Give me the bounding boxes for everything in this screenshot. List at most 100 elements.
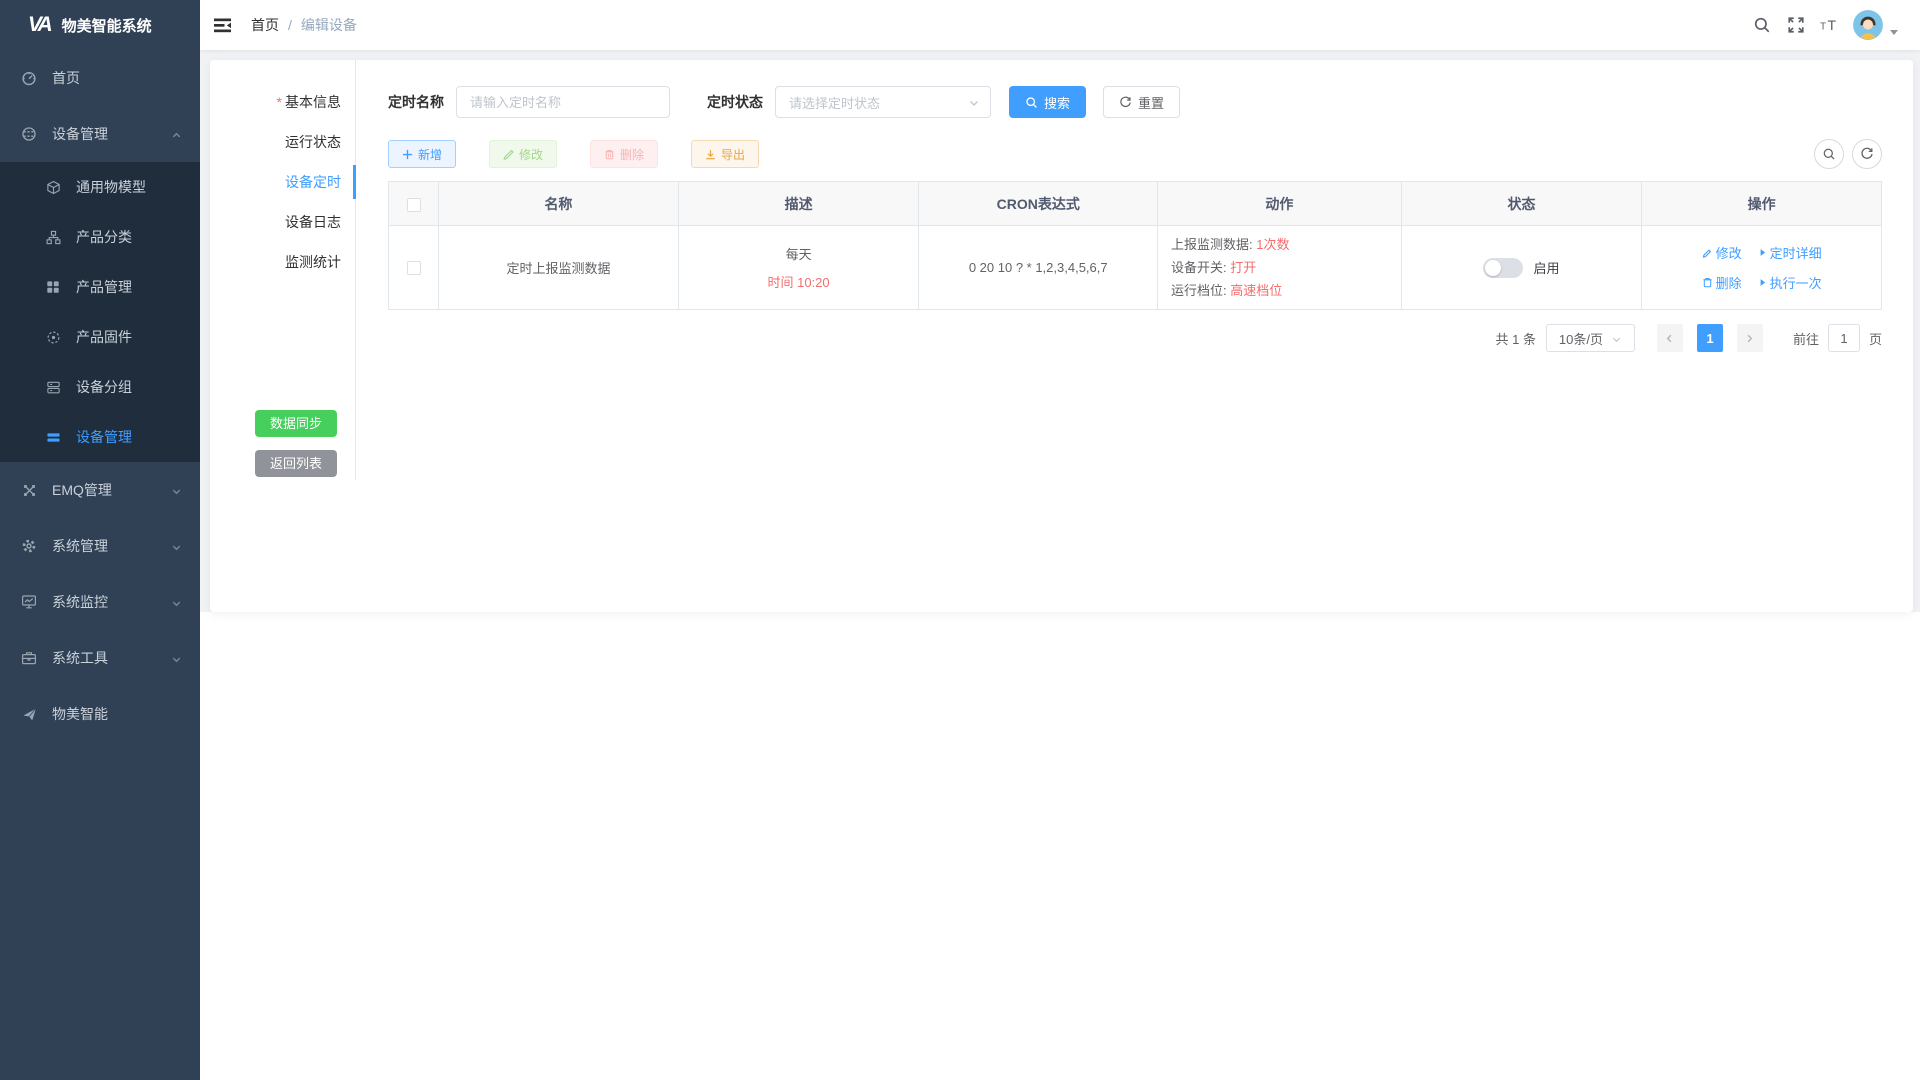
tab-device-timer[interactable]: 设备定时 (210, 162, 355, 202)
cell-actions: 上报监测数据: 1次数 设备开关: 打开 运行档位: 高速档位 (1158, 226, 1402, 310)
op-timer-detail-link[interactable]: 定时详细 (1758, 243, 1822, 262)
sidebar-item-device-list[interactable]: 设备管理 (0, 412, 200, 462)
table-toolbar: 新增 修改 删除 导出 (388, 140, 1882, 168)
detail-tabs: *基本信息 运行状态 设备定时 设备日志 监测统计 数据同步 返回列表 (210, 60, 356, 480)
edit-button-label: 修改 (519, 146, 543, 163)
group-icon (44, 380, 62, 395)
row-checkbox[interactable] (407, 261, 421, 275)
op-label: 定时详细 (1770, 243, 1822, 262)
pagination-total: 共 1 条 (1496, 329, 1536, 348)
fullscreen-icon[interactable] (1779, 0, 1813, 50)
data-sync-button[interactable]: 数据同步 (255, 410, 337, 437)
add-button[interactable]: 新增 (388, 140, 456, 168)
cell-name: 定时上报监测数据 (439, 226, 679, 310)
op-run-once-link[interactable]: 执行一次 (1758, 273, 1822, 292)
sidebar-item-thing-model[interactable]: 通用物模型 (0, 162, 200, 212)
user-dropdown[interactable] (1853, 10, 1898, 40)
sidebar-item-label: 设备分组 (76, 377, 182, 397)
sidebar-item-label: 系统工具 (52, 648, 171, 668)
hamburger-icon[interactable] (200, 0, 245, 50)
select-all-cell (389, 182, 439, 226)
tab-label: 基本信息 (285, 94, 341, 110)
action-item: 运行档位: 高速档位 (1171, 279, 1401, 302)
reset-button-label: 重置 (1138, 93, 1164, 112)
tab-basic-info[interactable]: *基本信息 (210, 82, 355, 122)
sidebar-item-product-manage[interactable]: 产品管理 (0, 262, 200, 312)
search-icon[interactable] (1745, 0, 1779, 50)
action-label: 设备开关: (1171, 260, 1227, 275)
sidebar-item-label: EMQ管理 (52, 480, 171, 500)
action-label: 运行档位: (1171, 283, 1227, 298)
refresh-icon[interactable] (1852, 139, 1882, 169)
tab-run-status[interactable]: 运行状态 (210, 122, 355, 162)
hide-search-icon[interactable] (1814, 139, 1844, 169)
row-select-cell (389, 226, 439, 310)
sidebar-item-home[interactable]: 首页 (0, 50, 200, 106)
toolbox-icon (20, 650, 38, 666)
prev-page-button[interactable] (1657, 324, 1683, 352)
monitor-icon (20, 594, 38, 610)
font-size-icon[interactable]: TT (1813, 0, 1847, 50)
edit-button[interactable]: 修改 (489, 140, 557, 168)
sidebar-item-label: 系统管理 (52, 536, 171, 556)
tab-label: 运行状态 (285, 134, 341, 150)
search-button[interactable]: 搜索 (1009, 86, 1086, 118)
pagination: 共 1 条 10条/页 1 前往 (388, 324, 1882, 352)
sidebar-submenu-device: 通用物模型 产品分类 产品管理 产品固件 (0, 162, 200, 462)
tab-label: 设备日志 (285, 214, 341, 230)
page-content: *基本信息 运行状态 设备定时 设备日志 监测统计 数据同步 返回列表 (200, 50, 1920, 1080)
next-page-button[interactable] (1737, 324, 1763, 352)
goto-page-input[interactable] (1828, 324, 1860, 352)
dashboard-icon (20, 70, 38, 86)
op-edit-link[interactable]: 修改 (1702, 243, 1742, 262)
breadcrumb-current: 编辑设备 (301, 15, 357, 35)
goto-label: 前往 (1793, 329, 1819, 348)
logo-mark: VA (28, 13, 50, 37)
op-label: 删除 (1716, 273, 1742, 292)
device-edit-card: *基本信息 运行状态 设备定时 设备日志 监测统计 数据同步 返回列表 (210, 60, 1913, 612)
page-size-select[interactable]: 10条/页 (1546, 324, 1635, 352)
sidebar-item-label: 首页 (52, 68, 182, 88)
category-icon (44, 230, 62, 245)
app-title: 物美智能系统 (62, 15, 152, 36)
sidebar-item-device-manage[interactable]: 设备管理 (0, 106, 200, 162)
sidebar-item-wumei-smart[interactable]: 物美智能 (0, 686, 200, 742)
app-logo[interactable]: VA 物美智能系统 (0, 0, 200, 50)
timer-status-select[interactable]: 请选择定时状态 (775, 86, 991, 118)
action-value: 打开 (1230, 260, 1256, 275)
col-operation: 操作 (1642, 182, 1882, 226)
delete-button-label: 删除 (620, 146, 644, 163)
back-to-list-button[interactable]: 返回列表 (255, 450, 337, 477)
timer-name-input[interactable] (456, 86, 670, 118)
sidebar-item-product-category[interactable]: 产品分类 (0, 212, 200, 262)
delete-button[interactable]: 删除 (590, 140, 658, 168)
tab-monitor-stats[interactable]: 监测统计 (210, 242, 355, 282)
timer-status-label: 定时状态 (707, 92, 763, 112)
content-band: *基本信息 运行状态 设备定时 设备日志 监测统计 数据同步 返回列表 (200, 50, 1920, 612)
col-name: 名称 (439, 182, 679, 226)
page-number-current[interactable]: 1 (1697, 324, 1723, 352)
status-toggle[interactable] (1483, 258, 1523, 278)
cell-status: 启用 (1401, 226, 1642, 310)
tab-device-log[interactable]: 设备日志 (210, 202, 355, 242)
list-icon (44, 430, 62, 445)
select-all-checkbox[interactable] (407, 198, 421, 212)
select-placeholder: 请选择定时状态 (789, 93, 880, 112)
export-button[interactable]: 导出 (691, 140, 759, 168)
sidebar-item-system-monitor[interactable]: 系统监控 (0, 574, 200, 630)
table-header-row: 名称 描述 CRON表达式 动作 状态 操作 (389, 182, 1882, 226)
breadcrumb-home[interactable]: 首页 (251, 15, 279, 35)
action-value: 1次数 (1256, 237, 1289, 252)
topbar-actions: TT (1745, 0, 1920, 50)
sidebar-item-product-firmware[interactable]: 产品固件 (0, 312, 200, 362)
sidebar-item-system-manage[interactable]: 系统管理 (0, 518, 200, 574)
svg-text:T: T (1828, 17, 1837, 33)
sidebar-item-emq[interactable]: EMQ管理 (0, 462, 200, 518)
sidebar-item-device-group[interactable]: 设备分组 (0, 362, 200, 412)
op-delete-link[interactable]: 删除 (1702, 273, 1742, 292)
cube-icon (44, 180, 62, 195)
sidebar-item-label: 产品分类 (76, 227, 182, 247)
paper-plane-icon (20, 707, 38, 722)
reset-button[interactable]: 重置 (1103, 86, 1180, 118)
sidebar-item-system-tools[interactable]: 系统工具 (0, 630, 200, 686)
